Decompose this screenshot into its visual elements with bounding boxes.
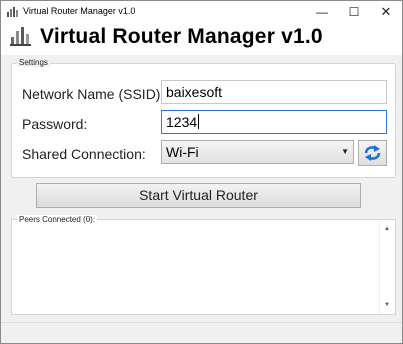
ssid-value: baixesoft xyxy=(166,84,223,100)
app-window: Virtual Router Manager v1.0 — ☐ ✕ Virtua… xyxy=(0,0,403,344)
app-heading: Virtual Router Manager v1.0 xyxy=(40,25,323,48)
peers-scrollbar[interactable]: ▲ ▼ xyxy=(379,220,395,314)
shared-connection-select[interactable]: Wi-Fi ▼ xyxy=(161,140,354,164)
scroll-down-icon[interactable]: ▼ xyxy=(384,302,390,308)
settings-legend: Settings xyxy=(17,58,50,67)
app-header: Virtual Router Manager v1.0 xyxy=(1,23,402,55)
minimize-button[interactable]: — xyxy=(307,1,337,23)
router-logo-icon xyxy=(10,27,31,46)
start-virtual-router-button[interactable]: Start Virtual Router xyxy=(36,183,361,208)
password-value: 1234 xyxy=(166,114,198,130)
peers-legend: Peers Connected (0): xyxy=(17,215,98,224)
close-button[interactable]: ✕ xyxy=(371,1,401,23)
settings-group: Settings Network Name (SSID): baixesoft … xyxy=(11,58,396,178)
refresh-connections-button[interactable] xyxy=(358,140,387,166)
refresh-icon xyxy=(364,145,381,161)
window-title: Virtual Router Manager v1.0 xyxy=(23,6,136,16)
shared-connection-label: Shared Connection: xyxy=(22,146,146,162)
ssid-label: Network Name (SSID): xyxy=(22,86,165,102)
peers-connected-group: Peers Connected (0): ▲ ▼ xyxy=(11,215,396,315)
router-app-icon xyxy=(7,7,18,17)
status-bar xyxy=(1,322,402,343)
chevron-down-icon: ▼ xyxy=(341,147,349,156)
password-input[interactable]: 1234 xyxy=(161,110,387,134)
password-label: Password: xyxy=(22,116,88,132)
ssid-input[interactable]: baixesoft xyxy=(161,80,387,104)
title-bar[interactable]: Virtual Router Manager v1.0 — ☐ ✕ xyxy=(1,1,402,23)
text-caret xyxy=(198,114,200,129)
scroll-up-icon[interactable]: ▲ xyxy=(384,226,390,232)
shared-connection-value: Wi-Fi xyxy=(166,144,199,160)
maximize-button[interactable]: ☐ xyxy=(339,1,369,23)
